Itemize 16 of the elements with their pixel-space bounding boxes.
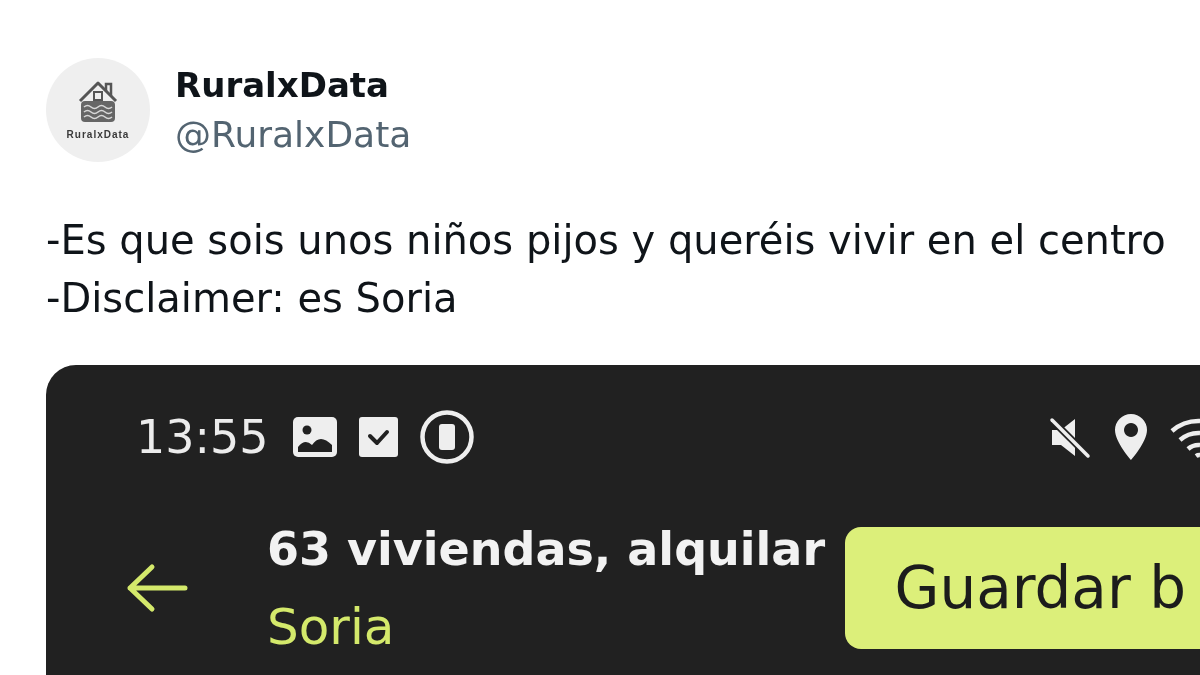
tweet-text-line: -Disclaimer: es Soria <box>46 274 459 323</box>
muted-speaker-icon <box>1048 415 1092 459</box>
author-name[interactable]: RuralxData <box>175 63 412 107</box>
location-subtitle: Soria <box>267 599 396 655</box>
status-time: 13:55 <box>136 410 269 464</box>
location-pin-icon <box>1114 413 1148 461</box>
listing-title: 63 viviendas, alquilar <box>267 521 827 577</box>
house-logo-icon <box>76 79 120 123</box>
phone-ring-icon <box>419 410 474 464</box>
avatar[interactable]: RuralxData <box>46 58 150 162</box>
tweet-text-line: -Es que sois unos niños pijos y queréis vivir en el centro <box>46 216 1167 265</box>
save-search-button[interactable]: Guardar b <box>845 527 1200 649</box>
author-handle[interactable]: @RuralxData <box>175 113 412 157</box>
avatar-logo-text: RuralxData <box>66 129 130 141</box>
image-icon <box>292 417 337 457</box>
checkbox-icon <box>358 417 398 457</box>
